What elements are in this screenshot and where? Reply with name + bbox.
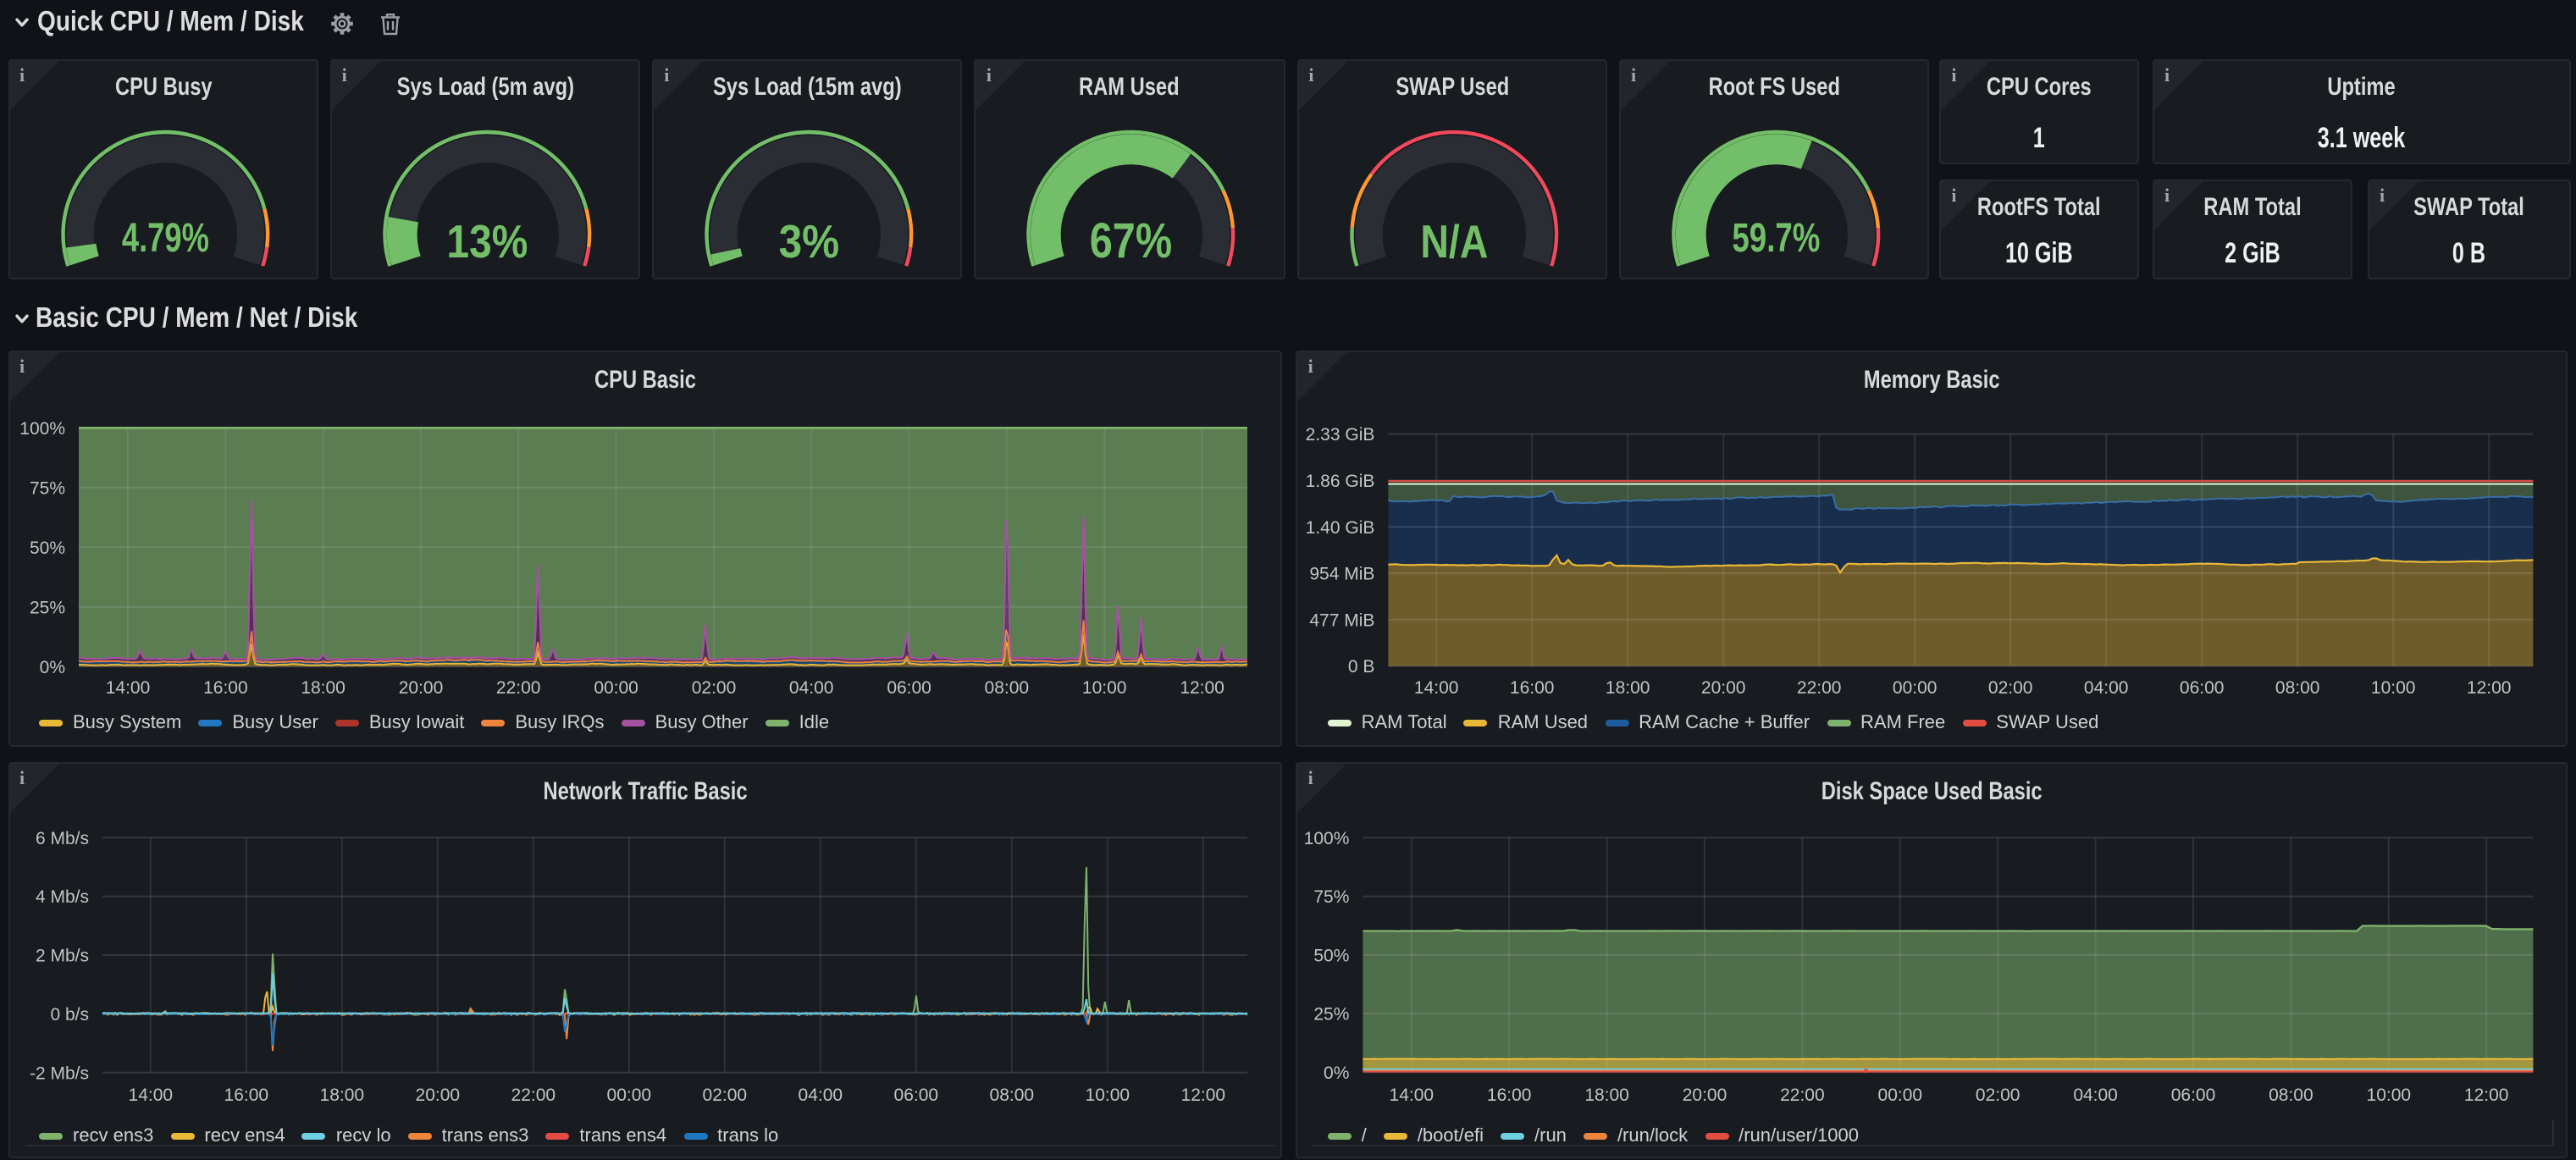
svg-text:4.79%: 4.79%	[121, 215, 208, 260]
svg-text:14:00: 14:00	[1415, 678, 1460, 698]
svg-text:00:00: 00:00	[606, 1085, 651, 1105]
svg-text:1.40 GiB: 1.40 GiB	[1306, 518, 1375, 538]
svg-text:16:00: 16:00	[224, 1085, 268, 1105]
svg-text:75%: 75%	[29, 478, 64, 498]
svg-text:4 Mb/s: 4 Mb/s	[35, 887, 88, 907]
svg-text:954 MiB: 954 MiB	[1310, 565, 1375, 584]
svg-text:06:00: 06:00	[886, 678, 931, 698]
svg-text:14:00: 14:00	[128, 1085, 173, 1105]
svg-text:100%: 100%	[19, 419, 64, 439]
svg-text:20:00: 20:00	[398, 678, 443, 698]
svg-text:18:00: 18:00	[1585, 1085, 1630, 1105]
svg-text:0 B: 0 B	[1348, 657, 1375, 677]
svg-text:00:00: 00:00	[593, 678, 638, 698]
svg-text:02:00: 02:00	[1976, 1085, 2021, 1105]
svg-text:477 MiB: 477 MiB	[1310, 610, 1375, 630]
svg-text:06:00: 06:00	[2181, 678, 2225, 698]
svg-text:12:00: 12:00	[2468, 678, 2512, 698]
svg-text:02:00: 02:00	[691, 678, 736, 698]
svg-text:10:00: 10:00	[1085, 1085, 1130, 1105]
svg-text:02:00: 02:00	[1989, 678, 2034, 698]
svg-text:2 Mb/s: 2 Mb/s	[35, 947, 88, 966]
svg-text:50%: 50%	[1314, 946, 1350, 965]
svg-text:12:00: 12:00	[1180, 1085, 1225, 1105]
svg-text:50%: 50%	[29, 539, 64, 558]
svg-text:00:00: 00:00	[1893, 678, 1938, 698]
svg-text:16:00: 16:00	[202, 678, 247, 698]
svg-text:16:00: 16:00	[1511, 678, 1556, 698]
svg-text:20:00: 20:00	[1683, 1085, 1727, 1105]
svg-text:04:00: 04:00	[2074, 1085, 2119, 1105]
svg-text:10:00: 10:00	[1081, 678, 1126, 698]
svg-text:06:00: 06:00	[893, 1085, 938, 1105]
svg-text:06:00: 06:00	[2171, 1085, 2216, 1105]
svg-text:20:00: 20:00	[415, 1085, 460, 1105]
svg-text:13%: 13%	[446, 214, 528, 267]
svg-text:14:00: 14:00	[105, 678, 150, 698]
svg-text:04:00: 04:00	[798, 1085, 843, 1105]
svg-text:12:00: 12:00	[2465, 1085, 2510, 1105]
svg-text:08:00: 08:00	[2269, 1085, 2314, 1105]
svg-text:25%: 25%	[1314, 1005, 1350, 1025]
svg-text:3%: 3%	[779, 214, 840, 267]
svg-text:12:00: 12:00	[1179, 678, 1224, 698]
svg-text:75%: 75%	[1314, 887, 1350, 907]
svg-text:04:00: 04:00	[2085, 678, 2130, 698]
svg-text:04:00: 04:00	[788, 678, 833, 698]
svg-text:0%: 0%	[1324, 1063, 1350, 1083]
svg-text:-2 Mb/s: -2 Mb/s	[29, 1063, 88, 1083]
svg-text:100%: 100%	[1304, 829, 1350, 848]
svg-text:18:00: 18:00	[1606, 678, 1651, 698]
svg-text:02:00: 02:00	[702, 1085, 747, 1105]
svg-text:22:00: 22:00	[511, 1085, 556, 1105]
svg-text:2.33 GiB: 2.33 GiB	[1306, 425, 1375, 445]
svg-text:22:00: 22:00	[495, 678, 540, 698]
svg-text:10:00: 10:00	[2372, 678, 2417, 698]
svg-text:67%: 67%	[1090, 213, 1172, 268]
svg-text:18:00: 18:00	[300, 678, 345, 698]
svg-text:08:00: 08:00	[2276, 678, 2321, 698]
svg-text:6 Mb/s: 6 Mb/s	[35, 829, 88, 848]
svg-text:08:00: 08:00	[984, 678, 1029, 698]
svg-text:00:00: 00:00	[1878, 1085, 1923, 1105]
svg-text:18:00: 18:00	[319, 1085, 364, 1105]
svg-text:N/A: N/A	[1420, 214, 1488, 267]
svg-text:25%: 25%	[29, 598, 64, 617]
svg-text:22:00: 22:00	[1798, 678, 1843, 698]
svg-text:0%: 0%	[39, 658, 64, 677]
svg-text:14:00: 14:00	[1390, 1085, 1434, 1105]
svg-text:59.7%: 59.7%	[1732, 215, 1820, 260]
svg-text:10:00: 10:00	[2367, 1085, 2412, 1105]
svg-text:08:00: 08:00	[989, 1085, 1034, 1105]
svg-text:16:00: 16:00	[1488, 1085, 1533, 1105]
svg-text:20:00: 20:00	[1702, 678, 1747, 698]
svg-text:0 b/s: 0 b/s	[49, 1005, 88, 1025]
svg-text:1.86 GiB: 1.86 GiB	[1306, 472, 1375, 491]
svg-text:22:00: 22:00	[1781, 1085, 1826, 1105]
